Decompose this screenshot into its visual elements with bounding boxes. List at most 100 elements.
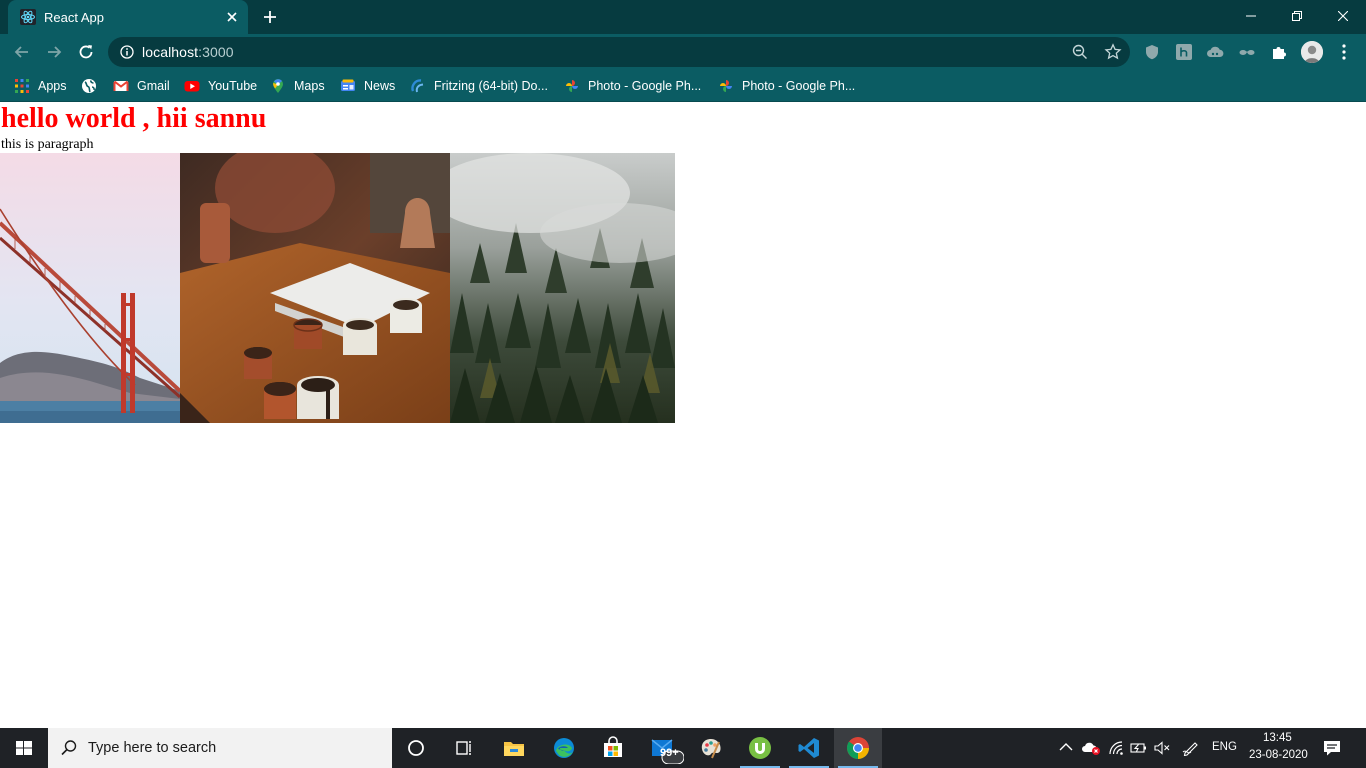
- bookmark-label: Apps: [38, 79, 67, 93]
- minimize-window-button[interactable]: [1228, 4, 1274, 28]
- pen-workspace-icon[interactable]: [1182, 740, 1200, 756]
- bookmark-apps[interactable]: Apps: [14, 77, 67, 95]
- speaker-muted-icon[interactable]: [1153, 740, 1171, 756]
- paint-palette-icon: [701, 739, 721, 759]
- back-arrow-icon[interactable]: [12, 42, 32, 62]
- profile-avatar[interactable]: [1301, 41, 1323, 63]
- bookmark-globe[interactable]: [81, 77, 105, 95]
- browser-tab-strip: React App: [0, 0, 1366, 34]
- close-window-button[interactable]: [1320, 4, 1366, 28]
- bridge-photo-graphic: [0, 153, 180, 423]
- close-tab-icon[interactable]: [224, 9, 240, 25]
- restore-icon: [1292, 11, 1302, 21]
- bookmark-label: Photo - Google Ph...: [742, 79, 856, 93]
- close-icon: [1338, 11, 1348, 21]
- task-view-button[interactable]: [440, 728, 488, 768]
- extensions-puzzle-icon[interactable]: [1270, 43, 1288, 61]
- news-icon: [341, 79, 355, 91]
- bookmark-star-icon[interactable]: [1104, 43, 1122, 61]
- maps-icon: [273, 79, 283, 93]
- file-explorer-icon: [504, 742, 524, 756]
- apps-grid-icon: [15, 79, 29, 93]
- bookmark-label: YouTube: [208, 79, 258, 93]
- tab-title: React App: [44, 10, 104, 25]
- search-placeholder: Type here to search: [88, 740, 217, 756]
- bookmark-google-photos-1[interactable]: Photo - Google Ph...: [564, 77, 701, 95]
- battery-charging-icon[interactable]: [1130, 740, 1148, 756]
- microsoft-store-icon: [604, 736, 622, 757]
- shield-extension-icon[interactable]: [1143, 43, 1161, 61]
- youtube-icon: [184, 81, 200, 92]
- bookmarks-bar: Apps Gmail YouTube Maps News Fritzing (6…: [0, 70, 1366, 102]
- bookmark-label: Photo - Google Ph...: [588, 79, 702, 93]
- input-language[interactable]: ENG: [1212, 741, 1237, 753]
- show-hidden-icons-chevron-icon[interactable]: [1059, 742, 1073, 752]
- zoom-out-icon[interactable]: [1072, 44, 1088, 60]
- url-port: :3000: [198, 44, 234, 60]
- bookmark-label: Gmail: [137, 79, 170, 93]
- google-photos-icon: [566, 80, 578, 92]
- browser-toolbar: localhost:3000: [0, 34, 1366, 70]
- more-menu-icon[interactable]: [1338, 43, 1350, 61]
- browser-tab[interactable]: React App: [8, 0, 248, 34]
- address-bar[interactable]: localhost:3000: [108, 37, 1130, 67]
- bookmark-label: News: [364, 79, 396, 93]
- new-tab-icon[interactable]: [262, 9, 278, 25]
- taskbar-paint[interactable]: [687, 728, 735, 768]
- misty-forest-photo-graphic: [450, 153, 675, 423]
- wifi-icon[interactable]: [1108, 740, 1126, 756]
- misty-forest-photo: [450, 153, 675, 423]
- google-photos-icon: [720, 80, 732, 92]
- bookmark-label: Maps: [294, 79, 325, 93]
- taskbar-store[interactable]: [589, 728, 637, 768]
- taskbar-mail[interactable]: 99+: [638, 728, 686, 768]
- page-viewport: hello world , hii sannu this is paragrap…: [0, 103, 1366, 728]
- taskbar-edge[interactable]: [540, 728, 588, 768]
- windows-taskbar: Type here to search 99+ ENG 13:45 23-08-…: [0, 728, 1366, 768]
- site-info-icon[interactable]: [120, 45, 134, 59]
- mail-unread-badge: 99+: [660, 747, 679, 759]
- task-view-icon: [456, 741, 471, 755]
- bookmark-google-photos-2[interactable]: Photo - Google Ph...: [718, 77, 855, 95]
- profile-photo-icon: [1301, 41, 1323, 63]
- bookmark-maps[interactable]: Maps: [270, 77, 325, 95]
- bookmark-news[interactable]: News: [340, 77, 395, 95]
- cloud-extension-icon[interactable]: [1206, 43, 1224, 61]
- glasses-extension-icon[interactable]: [1238, 43, 1256, 61]
- clock-time[interactable]: 13:45: [1263, 732, 1292, 744]
- bookmark-youtube[interactable]: YouTube: [184, 77, 257, 95]
- forward-arrow-icon[interactable]: [44, 42, 64, 62]
- url-host: localhost: [142, 44, 199, 60]
- taskbar-vscode[interactable]: [785, 728, 833, 768]
- page-paragraph: this is paragraph: [1, 137, 94, 152]
- reload-icon[interactable]: [76, 42, 96, 62]
- onedrive-error-icon[interactable]: [1082, 740, 1102, 756]
- cortana-button[interactable]: [392, 728, 440, 768]
- utorrent-icon: [749, 737, 771, 759]
- start-button[interactable]: [0, 728, 48, 768]
- globe-icon: [82, 79, 96, 93]
- edge-browser-icon: [554, 738, 574, 758]
- cortana-circle-icon: [408, 740, 424, 756]
- action-center-icon[interactable]: [1322, 738, 1342, 758]
- page-heading: hello world , hii sannu: [1, 103, 267, 134]
- restore-window-button[interactable]: [1274, 4, 1320, 28]
- fritzing-icon: [411, 79, 424, 93]
- bookmark-fritzing[interactable]: Fritzing (64-bit) Do...: [410, 77, 548, 95]
- vscode-icon: [798, 738, 819, 758]
- gmail-icon: [113, 80, 129, 91]
- clock-date[interactable]: 23-08-2020: [1249, 749, 1308, 761]
- bridge-photo: [0, 153, 180, 423]
- taskbar-search-box[interactable]: Type here to search: [48, 728, 392, 768]
- bookmark-label: Fritzing (64-bit) Do...: [434, 79, 548, 93]
- h-extension-icon[interactable]: [1175, 43, 1193, 61]
- taskbar-utorrent[interactable]: [736, 728, 784, 768]
- taskbar-file-explorer[interactable]: [490, 728, 538, 768]
- taskbar-chrome[interactable]: [834, 728, 882, 768]
- coffee-cups-photo: [180, 153, 450, 423]
- search-icon: [61, 740, 77, 756]
- coffee-cups-photo-graphic: [180, 153, 450, 423]
- url-text: localhost:3000: [142, 44, 234, 60]
- react-logo-icon: [20, 9, 36, 25]
- bookmark-gmail[interactable]: Gmail: [113, 77, 170, 95]
